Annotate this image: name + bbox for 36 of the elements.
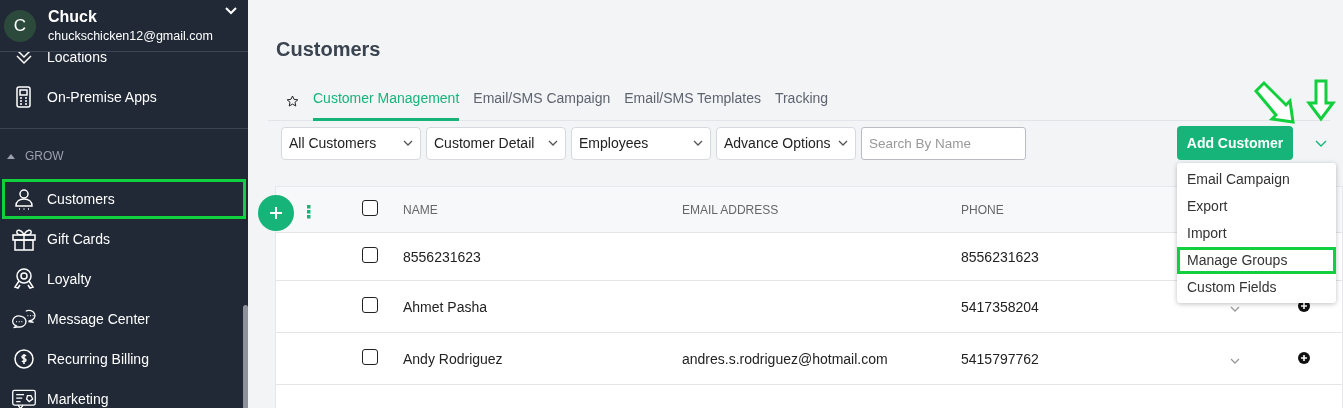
menu-item[interactable]: Custom Fields <box>1177 274 1336 301</box>
filter-dropdown[interactable]: Employees <box>571 126 711 160</box>
filter-dropdown[interactable]: Customer Detail <box>426 126 566 160</box>
menu-item[interactable]: Manage Groups <box>1177 247 1336 274</box>
column-header: PHONE <box>961 202 1004 217</box>
avatar: C <box>4 9 36 42</box>
table-cell: 5415797762 <box>961 350 1039 367</box>
column-header: EMAIL ADDRESS <box>682 202 779 217</box>
tab[interactable]: Email/SMS Campaign <box>473 81 611 121</box>
search-field[interactable]: Search By Name <box>861 126 1026 160</box>
table-cell: Ahmet Pasha <box>403 298 488 315</box>
sidebar-item[interactable]: Customers <box>2 179 246 219</box>
account-email: chuckschicken12@gmail.com <box>48 27 213 45</box>
table-cell: 5417358204 <box>961 298 1039 315</box>
menu-item[interactable]: Export <box>1177 193 1336 220</box>
account-name: Chuck <box>48 6 98 27</box>
table-cell: 8556231623 <box>961 248 1039 265</box>
sidebar-item[interactable]: Recurring Billing <box>2 339 246 379</box>
table-cell: andres.s.rodriguez@hotmail.com <box>682 350 888 367</box>
section-heading: GROW <box>25 149 64 163</box>
column-header: NAME <box>403 202 438 217</box>
sidebar-item[interactable]: Loyalty <box>2 259 246 299</box>
table-cell: 8556231623 <box>403 248 481 265</box>
sidebar-item[interactable]: On-Premise Apps <box>2 77 246 117</box>
sidebar-item[interactable]: Locations <box>2 52 246 77</box>
page-title: Customers <box>275 37 382 62</box>
filter-dropdown[interactable]: Advance Options <box>716 126 856 160</box>
filter-dropdown[interactable]: All Customers <box>281 126 421 160</box>
sidebar-item[interactable]: Marketing <box>2 379 246 408</box>
tab[interactable]: Tracking <box>774 81 829 121</box>
sidebar-item[interactable]: Gift Cards <box>2 219 246 259</box>
table-cell: Andy Rodriguez <box>403 350 503 367</box>
menu-item[interactable]: Email Campaign <box>1177 166 1336 193</box>
menu-item[interactable]: Import <box>1177 220 1336 247</box>
sidebar-item[interactable]: Message Center <box>2 299 246 339</box>
tab[interactable]: Email/SMS Templates <box>624 81 761 121</box>
